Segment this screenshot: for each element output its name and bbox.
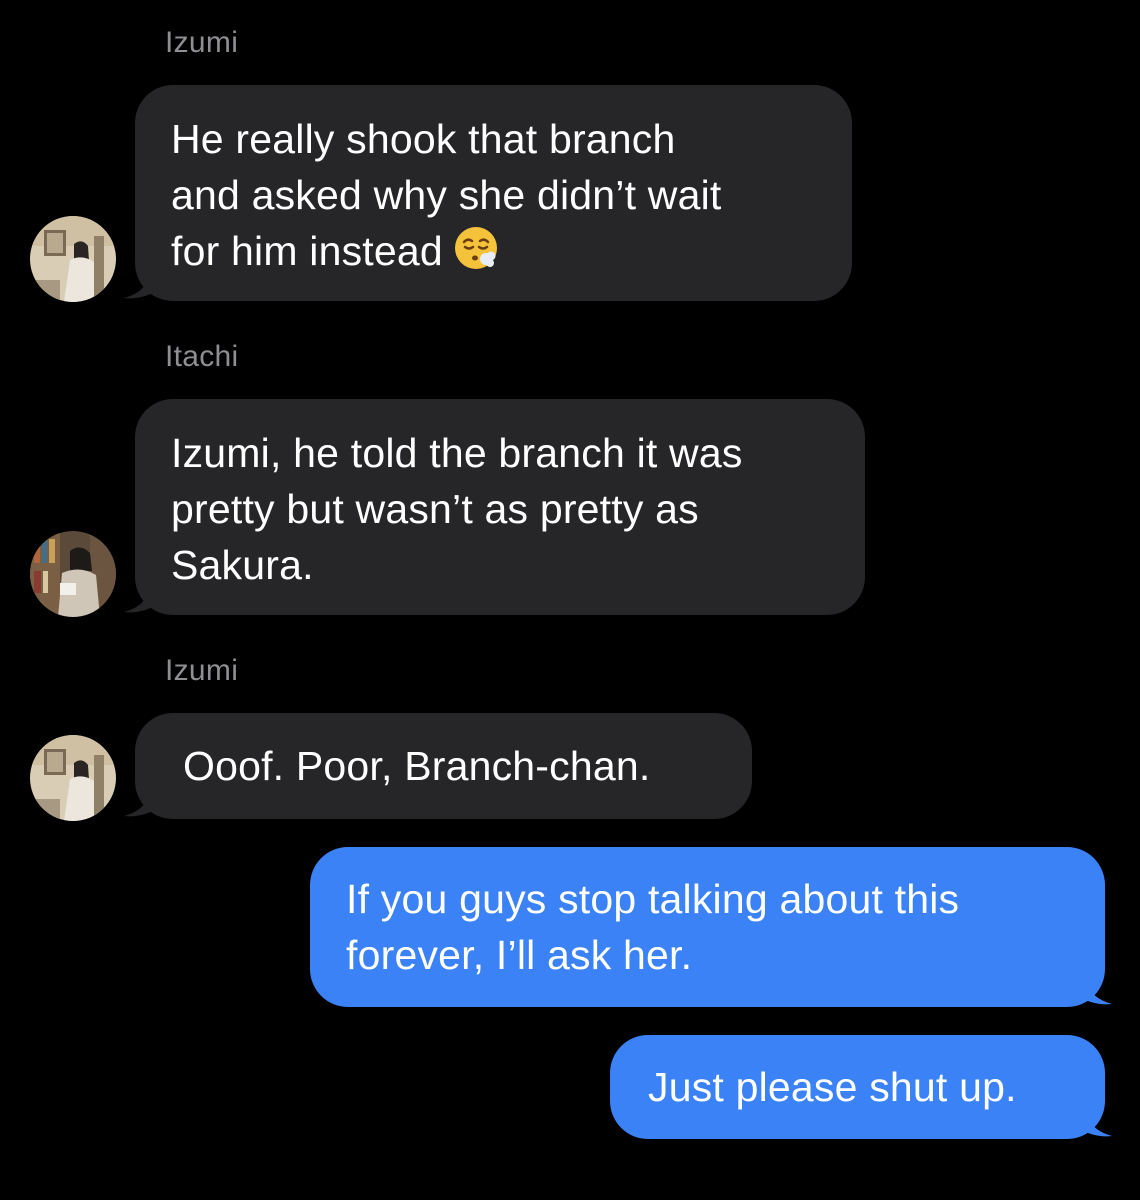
message-bubble-outgoing[interactable]: If you guys stop talking about this fore… — [310, 847, 1105, 1007]
bubble-tail — [1078, 1100, 1112, 1137]
message-text-line: pretty but wasn’t as pretty as — [171, 486, 699, 532]
bubble-tail — [124, 780, 158, 817]
message-text-line: Sakura. — [171, 542, 314, 588]
izumi-avatar[interactable] — [30, 216, 116, 302]
message-text-line: and asked why she didn’t wait — [171, 172, 722, 218]
message-bubble-incoming[interactable]: Ooof. Poor, Branch-chan. — [135, 713, 752, 819]
message-text-line: forever, I’ll ask her. — [346, 932, 693, 978]
message-text-line: Just please shut up. — [648, 1064, 1017, 1110]
izumi-avatar[interactable] — [30, 735, 116, 821]
message-text-line: Izumi, he told the branch it was — [171, 430, 743, 476]
sender-name: Itachi — [165, 340, 239, 373]
bubble-tail — [1078, 968, 1112, 1005]
message-bubble-outgoing[interactable]: Just please shut up. — [610, 1035, 1105, 1139]
message-text-line: Ooof. Poor, Branch-chan. — [183, 743, 651, 789]
message-text-line: If you guys stop talking about this — [346, 876, 960, 922]
sender-name: Izumi — [165, 26, 239, 59]
face-exhaling-emoji — [453, 225, 499, 285]
message-text-line: He really shook that branch — [171, 116, 676, 162]
bubble-tail — [124, 576, 158, 613]
itachi-avatar[interactable] — [30, 531, 116, 617]
sender-name: Izumi — [165, 654, 239, 687]
message-bubble-incoming[interactable]: Izumi, he told the branch it was pretty … — [135, 399, 865, 615]
message-bubble-incoming[interactable]: He really shook that branch and asked wh… — [135, 85, 852, 301]
bubble-tail — [124, 262, 158, 299]
message-text-line: for him instead — [171, 228, 443, 274]
